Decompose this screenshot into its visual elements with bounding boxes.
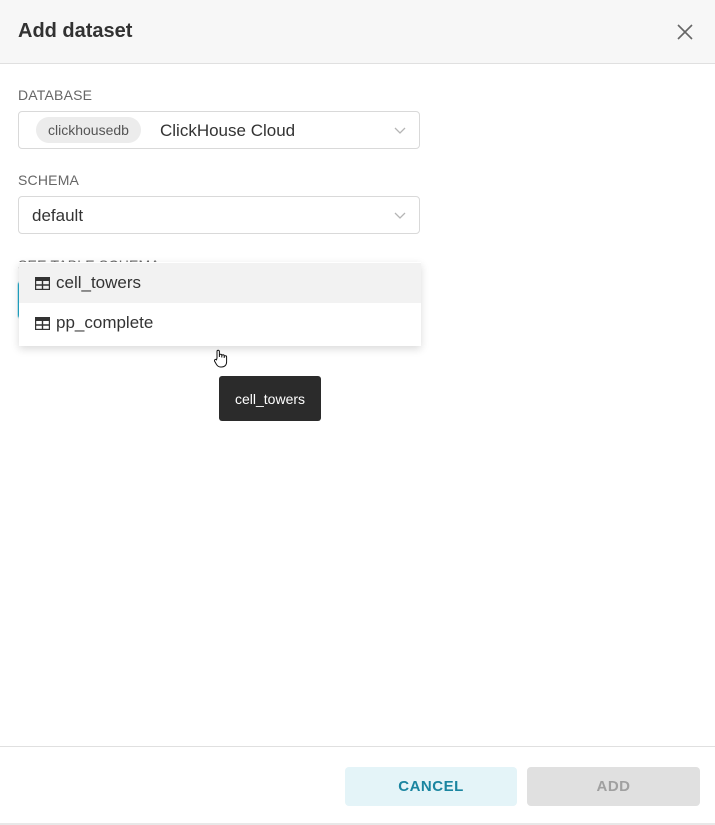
option-tooltip: cell_towers [219, 376, 321, 421]
table-option-label: pp_complete [56, 313, 154, 332]
database-type-tag: clickhousedb [36, 117, 141, 143]
modal-body: DATABASE clickhousedb ClickHouse Cloud S… [0, 64, 715, 746]
table-option-label: cell_towers [56, 273, 142, 292]
close-icon [677, 24, 693, 40]
table-dropdown: cell_towers pp_complete [19, 262, 421, 346]
close-button[interactable] [672, 19, 698, 45]
table-icon [35, 276, 50, 290]
table-icon [35, 316, 50, 330]
chevron-down-icon [394, 127, 406, 134]
database-label: DATABASE [18, 87, 93, 103]
chevron-down-icon [394, 212, 406, 219]
table-option-cell-towers[interactable]: cell_towers [19, 263, 421, 303]
schema-value: default [32, 206, 84, 225]
modal-header: Add dataset [0, 0, 715, 64]
cancel-button[interactable]: CANCEL [345, 767, 517, 806]
database-select[interactable]: clickhousedb ClickHouse Cloud [18, 111, 420, 149]
modal-title: Add dataset [18, 20, 133, 42]
table-option-pp-complete[interactable]: pp_complete [19, 303, 421, 343]
schema-label: SCHEMA [18, 172, 80, 188]
modal-footer: CANCEL ADD [0, 746, 715, 825]
hand-cursor-icon [213, 349, 228, 368]
add-button[interactable]: ADD [527, 767, 700, 806]
database-name: ClickHouse Cloud [160, 121, 296, 140]
schema-select[interactable]: default [18, 196, 420, 234]
